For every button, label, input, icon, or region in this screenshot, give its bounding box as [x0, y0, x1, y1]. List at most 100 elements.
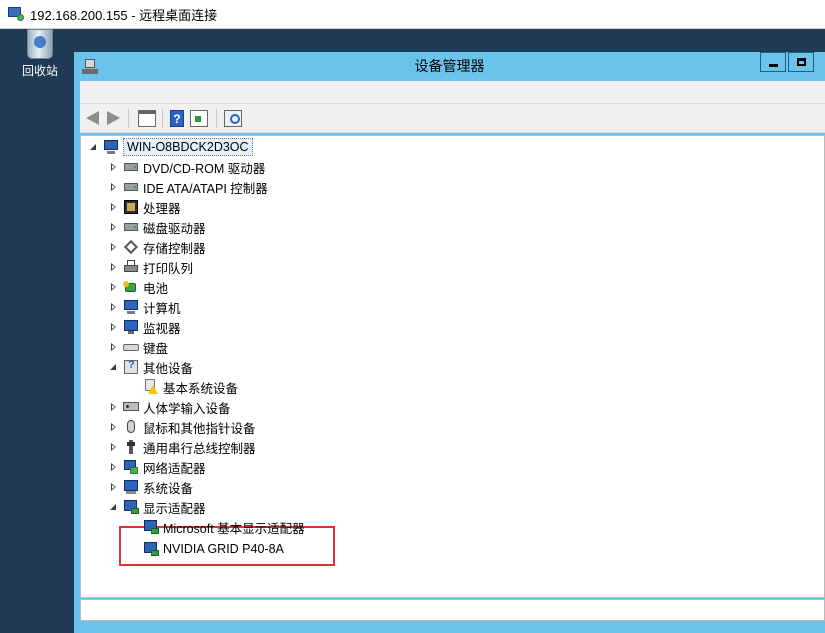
tree-item-label: 通用串行总线控制器 [143, 441, 256, 456]
tree-item[interactable]: 存储控制器 [109, 238, 206, 256]
tree-expander[interactable] [109, 318, 119, 336]
rdp-titlebar: 192.168.200.155 - 远程桌面连接 [0, 0, 825, 29]
tree-item-label: 电池 [143, 281, 169, 296]
console-tree-icon[interactable] [138, 110, 156, 127]
tree-expander[interactable] [89, 138, 99, 156]
status-bar [80, 599, 825, 621]
tree-item-label: Microsoft 基本显示适配器 [163, 521, 305, 536]
tree-item[interactable]: 基本系统设备 [129, 378, 238, 396]
rdp-title: 192.168.200.155 - 远程桌面连接 [30, 7, 218, 23]
window-titlebar[interactable]: 设备管理器 [74, 52, 825, 81]
tree-item[interactable]: 网络适配器 [109, 458, 206, 476]
tree-item-label: 监视器 [143, 321, 181, 336]
help-icon[interactable]: ? [170, 110, 184, 127]
toolbar: ? [80, 103, 825, 133]
tree-item[interactable]: 鼠标和其他指针设备 [109, 418, 256, 436]
tree-item[interactable]: 打印队列 [109, 258, 193, 276]
tree-item[interactable]: DVD/CD-ROM 驱动器 [109, 158, 265, 176]
system-devices-icon [123, 479, 139, 495]
tree-item[interactable]: 监视器 [109, 318, 181, 336]
menu-bar [80, 81, 825, 103]
tree-item[interactable]: 系统设备 [109, 478, 193, 496]
tree-expander[interactable] [109, 258, 119, 276]
other-devices-icon [123, 359, 139, 375]
processor-icon [123, 199, 139, 215]
minimize-button[interactable] [760, 52, 786, 72]
tree-item-label: 键盘 [143, 341, 169, 356]
tree-item[interactable]: 显示适配器 [109, 498, 206, 516]
tree-item-label: 计算机 [143, 301, 181, 316]
device-manager-window: 设备管理器 ? WIN-O8BDCK2D3OC DVD/CD-ROM 驱动器 ID… [74, 52, 825, 633]
properties-icon[interactable] [190, 110, 208, 127]
recycle-bin[interactable]: 回收站 [12, 29, 68, 79]
display-adapter-icon [123, 499, 139, 515]
tree-item-label: 存储控制器 [143, 241, 206, 256]
tree-item-label: 基本系统设备 [163, 381, 239, 396]
printer-icon [123, 259, 139, 275]
computer-icon [123, 299, 139, 315]
display-adapter-icon [143, 519, 159, 535]
tree-root[interactable]: WIN-O8BDCK2D3OC [89, 138, 253, 156]
tree-expander[interactable] [109, 478, 119, 496]
tree-expander[interactable] [109, 338, 119, 356]
tree-item[interactable]: IDE ATA/ATAPI 控制器 [109, 178, 268, 196]
storage-controller-icon [123, 239, 139, 255]
tree-expander[interactable] [109, 278, 119, 296]
toolbar-separator [216, 109, 217, 128]
tree-item[interactable]: 电池 [109, 278, 168, 296]
computer-icon [103, 139, 119, 155]
monitor-icon [123, 319, 139, 335]
tree-item-label: 处理器 [143, 201, 181, 216]
tree-expander[interactable] [109, 358, 119, 376]
tree-item[interactable]: 其他设备 [109, 358, 193, 376]
tree-expander[interactable] [109, 438, 119, 456]
tree-item-label: 显示适配器 [143, 501, 206, 516]
tree-item[interactable]: 键盘 [109, 338, 168, 356]
tree-item-label: IDE ATA/ATAPI 控制器 [143, 181, 268, 196]
tree-expander[interactable] [109, 158, 119, 176]
keyboard-icon [123, 339, 139, 355]
tree-item[interactable]: 处理器 [109, 198, 181, 216]
tree-item[interactable]: 人体学输入设备 [109, 398, 231, 416]
tree-expander[interactable] [109, 458, 119, 476]
tree-item-label: 磁盘驱动器 [143, 221, 206, 236]
tree-item-label: 网络适配器 [143, 461, 206, 476]
tree-root-label: WIN-O8BDCK2D3OC [123, 138, 253, 156]
warning-device-icon [143, 379, 159, 395]
forward-button[interactable] [104, 110, 122, 127]
usb-icon [123, 439, 139, 455]
tree-item-label: NVIDIA GRID P40-8A [163, 542, 284, 556]
tree-expander[interactable] [109, 298, 119, 316]
tree-expander[interactable] [109, 498, 119, 516]
tree-item-label: 人体学输入设备 [143, 401, 231, 416]
maximize-button[interactable] [788, 52, 814, 72]
display-adapter-icon [143, 541, 159, 557]
tree-item-label: 打印队列 [143, 261, 194, 276]
back-button[interactable] [84, 110, 102, 127]
remote-desktop-icon [8, 7, 24, 21]
tree-expander[interactable] [109, 418, 119, 436]
maximize-icon [797, 58, 806, 66]
tree-item-label: 系统设备 [143, 481, 194, 496]
tree-expander[interactable] [109, 198, 119, 216]
mouse-icon [123, 419, 139, 435]
back-icon [86, 111, 99, 125]
window-title: 设备管理器 [414, 58, 485, 74]
tree-item[interactable]: 磁盘驱动器 [109, 218, 206, 236]
scan-hardware-icon[interactable] [224, 110, 242, 127]
tree-item[interactable]: 通用串行总线控制器 [109, 438, 256, 456]
tree-expander[interactable] [109, 238, 119, 256]
tree-item[interactable]: NVIDIA GRID P40-8A [129, 540, 284, 558]
tree-expander[interactable] [109, 398, 119, 416]
tree-expander[interactable] [109, 178, 119, 196]
tree-item[interactable]: Microsoft 基本显示适配器 [129, 518, 305, 536]
tree-item-label: DVD/CD-ROM 驱动器 [143, 161, 266, 176]
tree-expander[interactable] [109, 218, 119, 236]
toolbar-separator [162, 109, 163, 128]
toolbar-separator [128, 109, 129, 128]
recycle-bin-icon[interactable] [27, 29, 53, 59]
ide-controller-icon [123, 179, 139, 195]
tree-item[interactable]: 计算机 [109, 298, 181, 316]
tree-item-label: 其他设备 [143, 361, 194, 376]
battery-icon [123, 279, 139, 295]
